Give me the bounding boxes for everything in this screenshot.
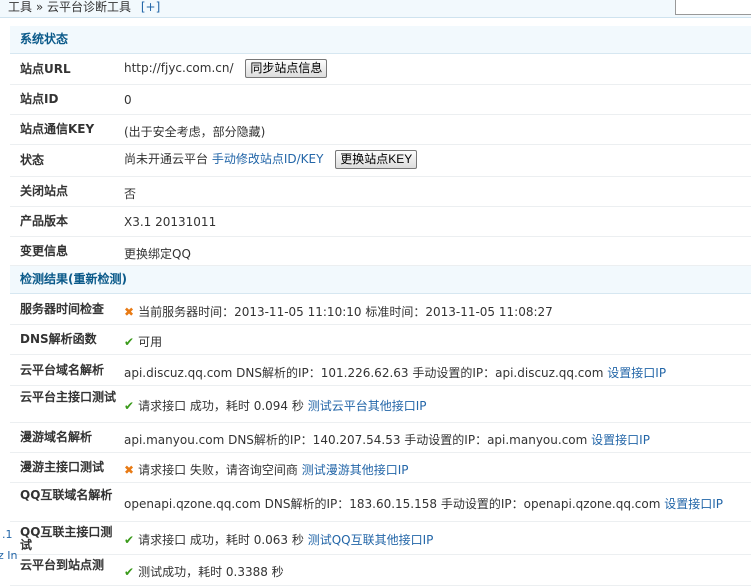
search-input[interactable] [675,0,751,15]
row-site-url: 站点URL http://fjyc.com.cn/ 同步站点信息 [10,54,751,85]
row-manyou-api-test: 漫游主接口测试 ✖ 请求接口 失败，请咨询空间商 测试漫游其他接口IP [10,453,751,483]
section-header-system-status: 系统状态 [10,26,751,54]
row-cloud-to-site: 云平台到站点测 ✔ 测试成功，耗时 0.3388 秒 [10,555,751,586]
success-icon: ✔ [124,399,135,413]
change-site-key-button[interactable]: 更换站点KEY [335,150,418,169]
test-manyou-other-ip-link[interactable]: 测试漫游其他接口IP [302,463,409,477]
success-icon: ✔ [124,335,135,349]
fail-icon: ✖ [124,305,135,319]
clipped-sidebar-text: .1 z In [0,528,18,562]
fail-icon: ✖ [124,463,135,477]
row-version: 产品版本 X3.1 20131011 [10,207,751,237]
row-cloud-dns: 云平台域名解析 api.discuz.qq.com DNS解析的IP：101.2… [10,355,751,386]
row-dns-function: DNS解析函数 ✔ 可用 [10,325,751,355]
edit-site-id-key-link[interactable]: 手动修改站点ID/KEY [212,152,324,166]
breadcrumb-current: 云平台诊断工具 [47,0,132,14]
section-header-check-results[interactable]: 检测结果(重新检测) [10,266,751,294]
row-site-id: 站点ID 0 [10,85,751,115]
breadcrumb: 工具 » 云平台诊断工具 [+] [8,0,161,14]
rebind-qq-link[interactable]: 更换绑定QQ [124,245,191,262]
row-manyou-dns: 漫游域名解析 api.manyou.com DNS解析的IP：140.207.5… [10,423,751,453]
top-bar: 工具 » 云平台诊断工具 [+] [0,0,751,18]
state-value: 尚未开通云平台 [124,152,209,166]
row-state: 状态 尚未开通云平台 手动修改站点ID/KEY 更换站点KEY [10,145,751,177]
set-api-ip-link[interactable]: 设置接口IP [664,497,723,511]
row-change-info: 变更信息 更换绑定QQ [10,237,751,266]
version-value: X3.1 20131011 [124,215,217,229]
success-icon: ✔ [124,533,135,547]
site-id-value: 0 [124,93,132,107]
row-site-key: 站点通信KEY (出于安全考虑，部分隐藏) [10,115,751,145]
success-icon: ✔ [124,565,135,579]
set-api-ip-link[interactable]: 设置接口IP [607,366,666,380]
row-qq-api-test: QQ互联主接口测试 ✔ 请求接口 成功，耗时 0.063 秒 测试QQ互联其他接口… [10,522,751,555]
row-cloud-api-test: 云平台主接口测试 ✔ 请求接口 成功，耗时 0.094 秒 测试云平台其他接口IP [10,386,751,423]
row-server-time: 服务器时间检查 ✖ 当前服务器时间：2013-11-05 11:10:10 标准时… [10,294,751,325]
set-api-ip-link[interactable]: 设置接口IP [591,433,650,447]
test-cloud-other-ip-link[interactable]: 测试云平台其他接口IP [308,399,427,413]
sync-site-info-button[interactable]: 同步站点信息 [245,59,328,78]
site-url-value: http://fjyc.com.cn/ [124,61,234,75]
site-closed-value: 否 [124,187,137,201]
diagnostics-table: 系统状态 站点URL http://fjyc.com.cn/ 同步站点信息 站点… [10,26,751,586]
row-site-closed: 关闭站点 否 [10,177,751,207]
label: 站点URL [20,62,71,76]
expand-link[interactable]: [+] [141,0,160,14]
site-key-value: (出于安全考虑，部分隐藏) [124,125,266,139]
row-qq-dns: QQ互联域名解析 openapi.qzone.qq.com DNS解析的IP：1… [10,483,751,522]
breadcrumb-root[interactable]: 工具 [8,0,32,14]
test-qq-other-ip-link[interactable]: 测试QQ互联其他接口IP [308,533,434,547]
